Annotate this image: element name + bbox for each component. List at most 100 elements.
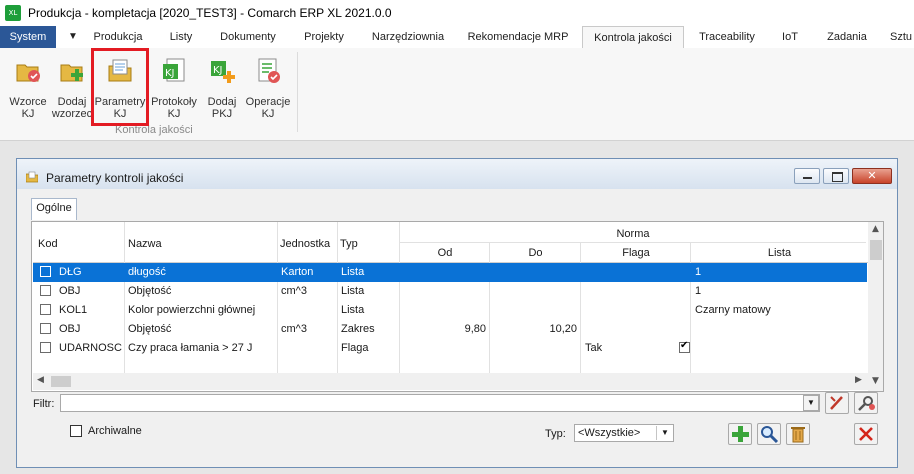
protokoly-kj-button[interactable]: KJ Protokoły KJ <box>151 52 197 128</box>
cell-flaga: Tak <box>585 342 603 354</box>
cell-typ: Flaga <box>341 342 369 354</box>
operations-icon <box>258 58 280 83</box>
delete-button[interactable] <box>786 423 810 445</box>
horizontal-scrollbar[interactable]: ◀ ▶ <box>33 373 868 390</box>
scroll-right-icon[interactable]: ▶ <box>855 375 862 385</box>
cell-jednostka <box>281 339 337 358</box>
app-logo-icon: XL <box>5 5 21 21</box>
add-button[interactable] <box>728 423 752 445</box>
tab-iot[interactable]: IoT <box>772 26 808 48</box>
cell-jednostka: cm^3 <box>281 285 307 297</box>
row-checkbox[interactable] <box>40 342 51 353</box>
clear-filter-button[interactable] <box>825 392 849 414</box>
cell-kod: OBJ <box>59 323 81 335</box>
cell-do <box>491 301 577 320</box>
cell-flaga <box>585 263 665 282</box>
typ-dropdown-icon[interactable]: ▼ <box>656 426 673 440</box>
vertical-scrollbar[interactable]: ▲ ▼ <box>868 222 883 391</box>
table-row[interactable]: UDARNOSC Czy praca łamania > 27 J Flaga Tak… <box>33 339 867 358</box>
minimize-button[interactable] <box>794 168 820 184</box>
cell-lista: Czarny matowy <box>695 304 771 316</box>
col-do-header[interactable]: Do <box>490 247 581 259</box>
add-protocol-icon: KJ <box>211 61 235 83</box>
tab-dokumenty[interactable]: Dokumenty <box>212 26 284 48</box>
cell-jednostka: Karton <box>281 266 314 278</box>
tab-system[interactable]: System <box>0 26 56 48</box>
cell-lista <box>695 320 865 339</box>
highlight-frame <box>91 48 149 126</box>
tab-rekomendacje-mrp[interactable]: Rekomendacje MRP <box>462 26 574 48</box>
archiwalne-checkbox[interactable] <box>70 425 82 437</box>
dodaj-pkj-button[interactable]: KJ Dodaj PKJ <box>200 52 244 128</box>
col-norma-header: Norma <box>616 228 650 240</box>
col-lista-header[interactable]: Lista <box>691 247 868 259</box>
dodaj-wzorzec-button[interactable]: Dodaj wzorzec <box>50 52 94 128</box>
cell-kod: UDARNOSC <box>59 342 122 354</box>
scroll-thumb[interactable] <box>870 240 882 260</box>
tab-kontrola-jakosci[interactable]: Kontrola jakości <box>582 26 684 50</box>
table-row[interactable]: KOL1 Kolor powierzchni głównej Lista Czarny… <box>33 301 867 320</box>
plus-icon <box>732 426 749 442</box>
close-button[interactable]: ✕ <box>852 168 892 184</box>
col-kod-header[interactable]: Kod <box>38 238 58 250</box>
search-icon <box>761 426 779 444</box>
cell-lista: 1 <box>695 266 702 278</box>
hscroll-thumb[interactable] <box>51 376 71 387</box>
col-od-header[interactable]: Od <box>400 247 490 259</box>
cell-nazwa: długość <box>128 266 166 278</box>
check-icon: ✔ <box>680 340 689 351</box>
row-checkbox[interactable] <box>40 304 51 315</box>
filter-input[interactable] <box>60 394 820 412</box>
tab-narzedziownia[interactable]: Narzędziownia <box>364 26 452 48</box>
flaga-checkbox[interactable]: ✔ <box>679 340 690 353</box>
col-flaga-header[interactable]: Flaga <box>581 247 691 259</box>
cancel-button[interactable] <box>854 423 878 445</box>
cell-do <box>491 339 577 358</box>
tab-ogolne[interactable]: Ogólne <box>31 198 77 220</box>
cell-od: 9,80 <box>464 323 486 335</box>
svg-text:KJ: KJ <box>213 65 223 76</box>
cell-od <box>401 339 486 358</box>
row-checkbox[interactable] <box>40 285 51 296</box>
scroll-down-icon[interactable]: ▼ <box>872 376 879 386</box>
operacje-kj-button[interactable]: Operacje KJ <box>246 52 290 128</box>
row-checkbox[interactable] <box>40 266 51 277</box>
table-row[interactable]: DŁG długość Karton Lista 1 <box>33 263 867 282</box>
cell-do <box>491 282 577 301</box>
cell-typ: Lista <box>341 266 365 278</box>
filter-settings-button[interactable] <box>854 392 878 414</box>
cell-do <box>491 263 577 282</box>
col-jednostka-header[interactable]: Jednostka <box>280 238 330 250</box>
tab-produkcja[interactable]: Produkcja <box>86 26 150 48</box>
col-nazwa-header[interactable]: Nazwa <box>128 238 162 250</box>
cell-kod: KOL1 <box>59 304 88 316</box>
cell-nazwa: Kolor powierzchni głównej <box>128 304 256 316</box>
tab-traceability[interactable]: Traceability <box>690 26 764 48</box>
scroll-left-icon[interactable]: ◀ <box>37 375 44 385</box>
cancel-icon <box>859 427 873 441</box>
scroll-up-icon[interactable]: ▲ <box>872 224 879 234</box>
svg-text:KJ: KJ <box>165 68 175 79</box>
cell-lista <box>695 339 865 358</box>
table-row[interactable]: OBJ Objętość cm^3 Zakres 9,80 10,20 <box>33 320 867 339</box>
cell-od <box>401 301 486 320</box>
filter-clear-icon <box>830 396 843 410</box>
tab-listy[interactable]: Listy <box>158 26 204 48</box>
tab-projekty[interactable]: Projekty <box>292 26 356 48</box>
maximize-icon <box>832 172 843 182</box>
maximize-button[interactable] <box>823 168 849 184</box>
cell-nazwa: Objętość <box>128 285 172 297</box>
cell-flaga <box>585 320 665 339</box>
cell-flaga <box>585 301 665 320</box>
tab-zadania[interactable]: Zadania <box>816 26 878 48</box>
row-checkbox[interactable] <box>40 323 51 334</box>
wrench-icon <box>858 396 875 411</box>
col-typ-header[interactable]: Typ <box>340 238 358 250</box>
search-button[interactable] <box>757 423 781 445</box>
filter-dropdown-icon[interactable]: ▼ <box>803 395 819 411</box>
table-row[interactable]: OBJ Objętość cm^3 Lista 1 <box>33 282 867 301</box>
tab-sztu[interactable]: Sztu <box>890 26 914 48</box>
cell-kod: DŁG <box>59 266 82 278</box>
window-title: Produkcja - kompletacja [2020_TEST3] - C… <box>28 6 392 20</box>
quick-access-menu-icon[interactable]: ▼ <box>64 26 82 48</box>
